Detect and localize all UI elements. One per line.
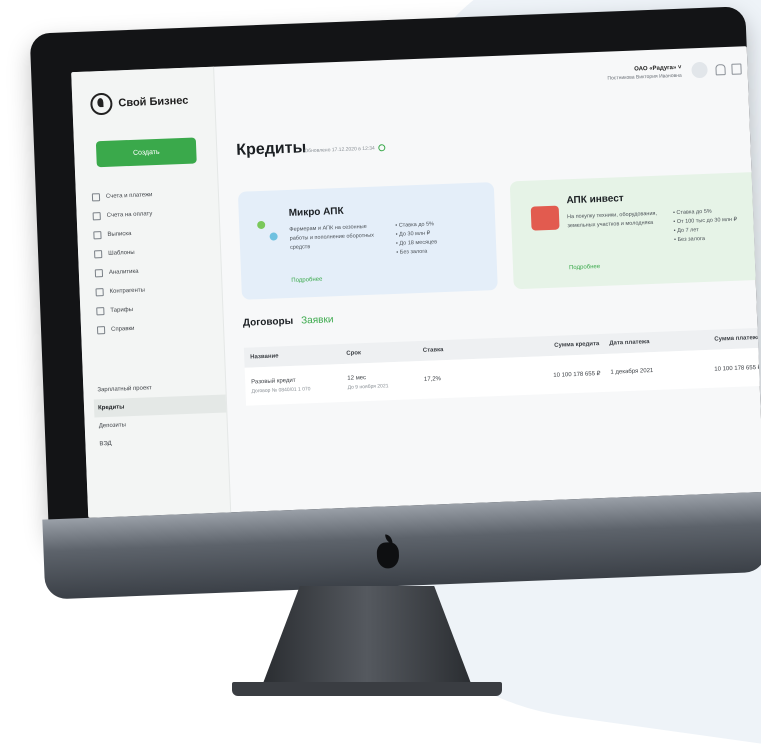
sidebar-item-statement[interactable]: Выписка [93,223,154,244]
sidebar-item-invoices[interactable]: Счета на оплату [92,204,153,225]
sidebar: Свой Бизнес Создать Счета и платежи Счет… [71,66,232,518]
analytics-icon [94,268,104,277]
sidebar-item-label: Контрагенты [109,287,146,295]
monitor: Свой Бизнес Создать Счета и платежи Счет… [11,0,761,600]
cell-amount: 10 100 178 655 ₽ [553,370,601,379]
contracts-table: Название Срок Ставка Сумма кредита Дата … [243,327,761,406]
tractor-icon [530,205,560,231]
brand[interactable]: Свой Бизнес [90,90,189,116]
sidebar-item-templates[interactable]: Шаблоны [94,242,155,263]
cell-term: 12 мес До 9 ноября 2021 [347,372,424,391]
main-content: Кредиты Обновлено 17.12.2020 в 12:34 Мик… [215,100,761,512]
sidebar-item-label: Выписка [107,230,132,238]
card-title: АПК инвест [566,193,624,207]
sidebar-item-references[interactable]: Справки [96,318,158,339]
sidebar-item-label: Счета и платежи [105,191,153,200]
org-switcher[interactable]: ОАО «Радуга» ˅ Постникова Виктория Ивано… [607,65,682,82]
tab-contracts[interactable]: Договоры [243,316,294,329]
sidebar-item-label: Шаблоны [108,249,135,257]
sidebar-item-label: Тарифы [110,306,134,314]
monitor-stand-base [232,682,502,696]
credit-name: Разовый кредит [251,377,296,385]
sidebar-item-contractors[interactable]: Контрагенты [95,280,156,301]
brand-name: Свой Бизнес [118,94,189,110]
cell-rate: 17,2% [423,376,442,383]
sidebar-item-label: Аналитика [108,268,139,276]
template-icon [94,249,103,258]
card-features: Ставка до 5% До 30 млн ₽ До 18 месяцев Б… [395,220,438,258]
receipt-icon [92,211,101,220]
term-value: 12 мес [347,374,367,382]
avatar[interactable] [691,61,708,79]
screen: Свой Бизнес Создать Счета и платежи Счет… [71,46,761,518]
list-icon [91,192,101,201]
refresh-icon[interactable] [378,144,386,152]
percent-icon [255,218,282,245]
card-description: На покупку техники, оборудования, земель… [566,210,658,230]
term-date: До 9 ноября 2021 [347,382,389,391]
tabs: Договоры Заявки [243,314,334,328]
card-feature: Без залога [674,234,738,245]
card-features: Ставка до 5% От 100 тыс до 30 млн ₽ До 7… [673,207,738,245]
document-icon [93,230,102,239]
sidebar-nav: Счета и платежи Счета на оплату Выписка … [91,185,158,339]
sidebar-item-tariffs[interactable]: Тарифы [96,299,157,320]
card-feature: Без залога [396,247,437,258]
brand-logo-icon [90,92,113,116]
sidebar-item-label: Справки [110,325,135,333]
info-icon [96,325,106,334]
card-description: Фермерам и АПК на сезонные работы и попо… [289,223,375,251]
column-header: Сумма кредита [554,341,600,349]
card-title: Микро АПК [288,205,344,219]
cell-name: Разовый кредит Договор № 0840/01 1 070 [245,375,348,394]
column-header: Дата платежа [609,339,650,347]
page-title: Кредиты [235,139,307,159]
cell-pay-amount: 10 100 178 655 ₽ [714,364,761,373]
sidebar-sections: Зарплатный проект Кредиты Депозиты ВЭД [93,376,228,453]
card-more-link[interactable]: Подробнее [291,277,322,284]
card-more-link[interactable]: Подробнее [569,264,600,271]
column-header: Ставка [422,347,444,354]
sidebar-item-analytics[interactable]: Аналитика [94,261,156,282]
bell-icon[interactable] [715,64,726,76]
cell-pay-date: 1 декабря 2021 [610,368,654,376]
product-card-micro[interactable]: Микро АПК Фермерам и АПК на сезонные раб… [237,182,498,300]
product-card-invest[interactable]: АПК инвест На покупку техники, оборудова… [509,171,761,290]
tariff-icon [96,306,105,315]
sidebar-item-label: Счета на оплату [106,210,153,219]
sidebar-item-accounts[interactable]: Счета и платежи [91,185,153,206]
contract-number: Договор № 0840/01 1 070 [251,385,311,394]
monitor-bezel: Свой Бизнес Создать Счета и платежи Счет… [29,6,761,542]
tab-applications[interactable]: Заявки [301,314,334,326]
updated-status: Обновлено 17.12.2020 в 12:34 [304,144,386,154]
column-header: Сумма платежа [714,334,761,343]
create-button[interactable]: Создать [95,137,197,168]
column-header: Срок [346,350,362,357]
user-name: Постникова Виктория Ивановна [607,72,682,82]
column-header: Название [250,353,279,361]
contacts-icon [95,287,104,296]
logout-icon[interactable] [731,63,742,75]
updated-text: Обновлено 17.12.2020 в 12:34 [304,145,375,154]
